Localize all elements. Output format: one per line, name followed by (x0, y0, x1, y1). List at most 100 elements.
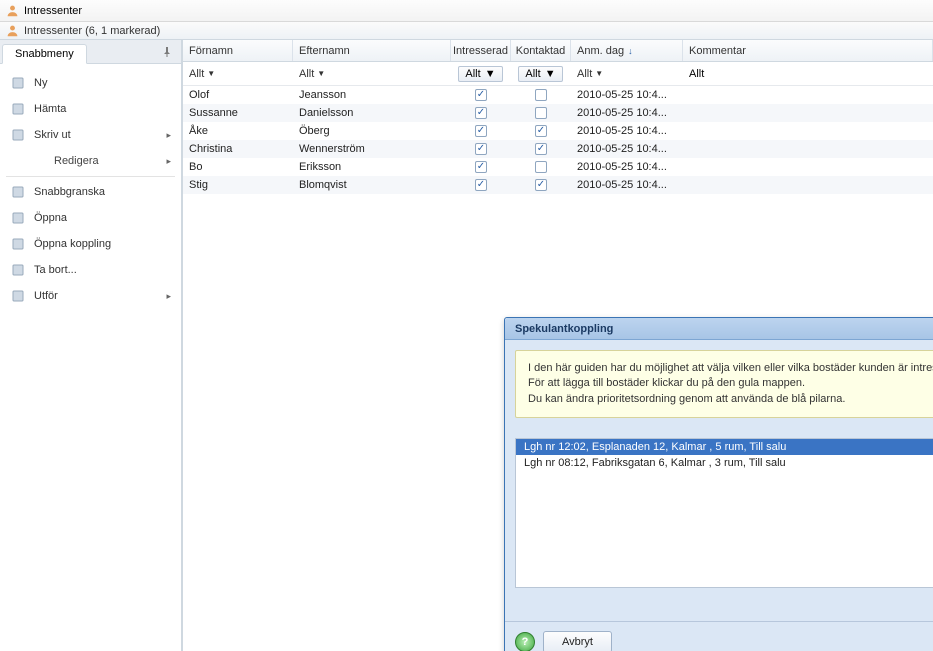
cell: Stig (183, 178, 293, 192)
checkbox-intresserad[interactable] (475, 179, 487, 191)
sidebar-item--ppna-koppling[interactable]: Öppna koppling (0, 231, 181, 257)
table-row[interactable]: BoEriksson2010-05-25 10:4... (183, 158, 933, 176)
checkbox-kontaktad[interactable] (535, 143, 547, 155)
col-header-intresserad[interactable]: Intresserad (451, 40, 511, 61)
sidebar-item-label: Öppna (34, 212, 67, 224)
cell: Christina (183, 142, 293, 156)
sidebar-item-label: Hämta (34, 103, 66, 115)
dialog-list[interactable]: Lgh nr 12:02, Esplanaden 12, Kalmar , 5 … (515, 438, 933, 588)
checkbox-intresserad[interactable] (475, 143, 487, 155)
grid-filter-row: Allt▼ Allt▼ Allt▼ Allt▼ Allt▼ (183, 62, 933, 86)
dialog-info: I den här guiden har du möjlighet att vä… (515, 350, 933, 418)
sidebar-item--ppna[interactable]: Öppna (0, 205, 181, 231)
cell: 2010-05-25 10:4... (571, 88, 683, 102)
cell (451, 142, 511, 156)
cell: Sussanne (183, 106, 293, 120)
cell: 2010-05-25 10:4... (571, 142, 683, 156)
window-titlebar: Intressenter (0, 0, 933, 22)
sidebar-item-redigera[interactable]: Redigera▸ (0, 148, 181, 174)
cell: Danielsson (293, 106, 451, 120)
sidebar-tabs: Snabbmeny (0, 40, 181, 64)
list-item[interactable]: Lgh nr 08:12, Fabriksgatan 6, Kalmar , 3… (516, 455, 933, 471)
cell (511, 178, 571, 192)
cell (683, 166, 933, 168)
dialog-footer: ? Avbryt Slutför (505, 621, 933, 651)
col-header-kommentar[interactable]: Kommentar (683, 40, 933, 61)
sidebar-item-snabbgranska[interactable]: Snabbgranska (0, 179, 181, 205)
cell: 2010-05-25 10:4... (571, 178, 683, 192)
execute-icon (10, 288, 26, 304)
cancel-button[interactable]: Avbryt (543, 631, 612, 651)
window-subtitle-bar: Intressenter (6, 1 markerad) (0, 22, 933, 40)
person-icon (6, 4, 19, 17)
cell: Jeansson (293, 88, 451, 102)
sidebar-item-skriv-ut[interactable]: Skriv ut▸ (0, 122, 181, 148)
cell: 2010-05-25 10:4... (571, 124, 683, 138)
cell: Bo (183, 160, 293, 174)
table-row[interactable]: StigBlomqvist 2010-05-25 10:4... (183, 176, 933, 194)
sidebar-item-label: Skriv ut (34, 129, 71, 141)
tab-snabbmeny[interactable]: Snabbmeny (2, 44, 87, 64)
sidebar-item-ta-bort-[interactable]: Ta bort... (0, 257, 181, 283)
open-icon (10, 210, 26, 226)
sidebar-item-label: Snabbgranska (34, 186, 105, 198)
checkbox-intresserad[interactable] (475, 125, 487, 137)
cell (511, 106, 571, 120)
sidebar-item-label: Ta bort... (34, 264, 77, 276)
col-header-kontaktad[interactable]: Kontaktad (511, 40, 571, 61)
grid-area: Förnamn Efternamn Intresserad Kontaktad … (182, 40, 933, 651)
sidebar-item-label: Ny (34, 77, 47, 89)
cell (511, 160, 571, 174)
sidebar-menu: NyHämtaSkriv ut▸Redigera▸SnabbgranskaÖpp… (0, 64, 181, 315)
filter-efternamn[interactable]: Allt▼ (299, 68, 325, 80)
filter-intresserad[interactable]: Allt▼ (458, 66, 502, 82)
checkbox-kontaktad[interactable] (535, 89, 547, 101)
col-header-anm-dag[interactable]: Anm. dag↓ (571, 40, 683, 61)
cell: Wennerström (293, 142, 451, 156)
cell: Olof (183, 88, 293, 102)
table-row[interactable]: ChristinaWennerström 2010-05-25 10:4... (183, 140, 933, 158)
col-header-fornamn[interactable]: Förnamn (183, 40, 293, 61)
print-icon (10, 127, 26, 143)
sidebar-item-h-mta[interactable]: Hämta (0, 96, 181, 122)
sidebar-item-label: Öppna koppling (34, 238, 111, 250)
cell (511, 88, 571, 102)
cell (683, 130, 933, 132)
filter-kontaktad[interactable]: Allt▼ (518, 66, 562, 82)
checkbox-kontaktad[interactable] (535, 107, 547, 119)
preview-icon (10, 184, 26, 200)
table-row[interactable]: SussanneDanielsson 2010-05-25 10:4... (183, 104, 933, 122)
pin-icon[interactable] (157, 44, 177, 63)
submenu-arrow-icon: ▸ (166, 156, 171, 167)
col-header-efternamn[interactable]: Efternamn (293, 40, 451, 61)
checkbox-intresserad[interactable] (475, 161, 487, 173)
link-icon (10, 236, 26, 252)
sidebar-item-utf-r[interactable]: Utför▸ (0, 283, 181, 309)
info-line: För att lägga till bostäder klickar du p… (528, 376, 933, 391)
cell: 2010-05-25 10:4... (571, 160, 683, 174)
sidebar-item-ny[interactable]: Ny (0, 70, 181, 96)
list-item[interactable]: Lgh nr 12:02, Esplanaden 12, Kalmar , 5 … (516, 439, 933, 455)
filter-fornamn[interactable]: Allt▼ (189, 68, 215, 80)
checkbox-intresserad[interactable] (475, 89, 487, 101)
grid-body: OlofJeansson2010-05-25 10:4...SussanneDa… (183, 86, 933, 194)
cell: Blomqvist (293, 178, 451, 192)
checkbox-kontaktad[interactable] (535, 161, 547, 173)
table-row[interactable]: ÅkeÖberg2010-05-25 10:4... (183, 122, 933, 140)
document-icon (10, 75, 26, 91)
cell (683, 94, 933, 96)
cell (511, 142, 571, 156)
cell (683, 112, 933, 114)
table-row[interactable]: OlofJeansson 2010-05-25 10:4... (183, 86, 933, 104)
filter-anm-dag[interactable]: Allt▼ (577, 68, 603, 80)
dialog-title: Spekulantkoppling (505, 318, 933, 340)
checkbox-intresserad[interactable] (475, 107, 487, 119)
checkbox-kontaktad[interactable] (535, 125, 547, 137)
help-icon[interactable]: ? (515, 632, 535, 651)
person-icon (6, 24, 19, 37)
cell: 2010-05-25 10:4... (571, 106, 683, 120)
checkbox-kontaktad[interactable] (535, 179, 547, 191)
blank-icon (30, 153, 46, 169)
cell: Åke (183, 124, 293, 138)
filter-kommentar[interactable] (689, 68, 926, 80)
